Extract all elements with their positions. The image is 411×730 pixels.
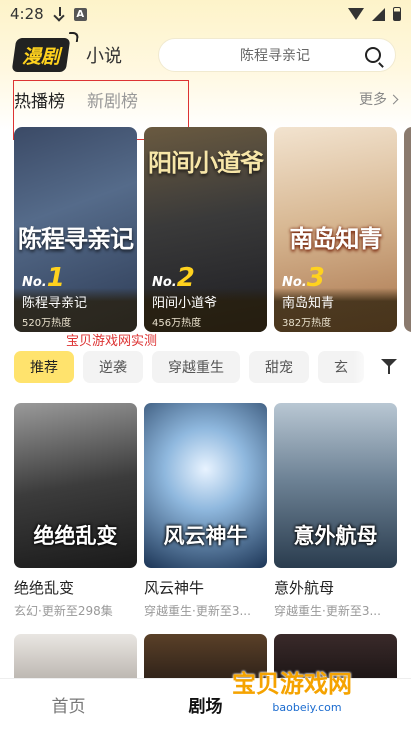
cover-title: 意外航母 <box>293 524 378 548</box>
signal-icon <box>372 7 385 21</box>
genre-filter-row: 推荐 逆袭 穿越重生 甜宠 玄 <box>14 351 411 383</box>
cover-title: 南岛知青 <box>289 225 383 253</box>
search-input[interactable]: 陈程寻亲记 <box>158 38 396 72</box>
watermark-logo-title: 宝贝游戏网 <box>232 670 352 698</box>
search-icon[interactable] <box>365 47 381 63</box>
app-logo[interactable]: 漫剧 <box>11 38 71 72</box>
drama-meta: 玄幻·更新至298集 <box>14 604 113 618</box>
filter-icon <box>381 359 399 375</box>
rank-list: 陈程寻亲记 No.1 陈程寻亲记 520万热度 阳间小道爷 No.2 阳间小道爷… <box>14 127 411 332</box>
drama-cover: 意外航母 <box>274 403 397 568</box>
cover-title: 陈程寻亲记 <box>18 225 134 253</box>
watermark-logo-url: baobeiy.com <box>272 701 342 714</box>
nav-home[interactable]: 首页 <box>0 692 137 717</box>
drama-meta: 穿越重生·更新至3... <box>274 604 381 618</box>
download-icon <box>54 7 66 21</box>
drama-item[interactable]: 意外航母 意外航母 穿越重生·更新至3... <box>274 403 397 619</box>
status-bar: 4:28 A <box>0 0 411 28</box>
rank-card[interactable]: 陈程寻亲记 No.1 陈程寻亲记 520万热度 <box>14 127 137 332</box>
battery-icon <box>393 7 401 21</box>
heat-count: 520万热度 <box>22 318 72 329</box>
drama-cover: 绝绝乱变 <box>14 403 137 568</box>
drama-name: 南岛知青 <box>282 296 335 311</box>
drama-item[interactable]: 风云神牛 风云神牛 穿越重生·更新至3... <box>144 403 267 619</box>
drama-name: 阳间小道爷 <box>152 296 218 311</box>
cover-title: 阳间小道爷 <box>148 149 264 177</box>
rank-card-peek[interactable] <box>404 127 411 332</box>
drama-name: 风云神牛 <box>144 579 205 597</box>
wifi-icon <box>348 8 364 20</box>
genre-chip[interactable]: 穿越重生 <box>152 351 240 383</box>
genre-chip[interactable]: 甜宠 <box>249 351 309 383</box>
drama-name: 陈程寻亲记 <box>22 296 88 311</box>
watermark-text: 宝贝游戏网实测 <box>66 334 158 349</box>
heat-count: 382万热度 <box>282 318 332 329</box>
more-link[interactable]: 更多 <box>359 89 399 109</box>
search-placeholder: 陈程寻亲记 <box>240 48 310 64</box>
heat-count: 456万热度 <box>152 318 202 329</box>
genre-chip[interactable]: 推荐 <box>14 351 74 383</box>
app-notification-icon: A <box>73 7 87 21</box>
drama-grid: 绝绝乱变 绝绝乱变 玄幻·更新至298集 风云神牛 风云神牛 穿越重生·更新至3… <box>14 403 397 619</box>
drama-item[interactable]: 绝绝乱变 绝绝乱变 玄幻·更新至298集 <box>14 403 137 619</box>
watermark-logo: 宝贝游戏网 baobeiy.com <box>232 664 382 724</box>
status-time: 4:28 <box>10 5 44 23</box>
top-header: 漫剧 小说 陈程寻亲记 <box>0 34 411 76</box>
tab-novel[interactable]: 小说 <box>86 42 122 68</box>
drama-cover: 风云神牛 <box>144 403 267 568</box>
drama-name: 绝绝乱变 <box>14 579 75 597</box>
drama-name: 意外航母 <box>274 579 335 597</box>
cover-title: 风云神牛 <box>163 524 248 548</box>
genre-chip[interactable]: 逆袭 <box>83 351 143 383</box>
drama-cover[interactable] <box>14 634 137 684</box>
rank-card[interactable]: 南岛知青 No.3 南岛知青 382万热度 <box>274 127 397 332</box>
drama-meta: 穿越重生·更新至3... <box>144 604 251 618</box>
filter-button[interactable] <box>353 346 411 388</box>
rank-card[interactable]: 阳间小道爷 No.2 阳间小道爷 456万热度 <box>144 127 267 332</box>
cover-title: 绝绝乱变 <box>33 524 118 548</box>
chevron-right-icon <box>388 94 399 104</box>
